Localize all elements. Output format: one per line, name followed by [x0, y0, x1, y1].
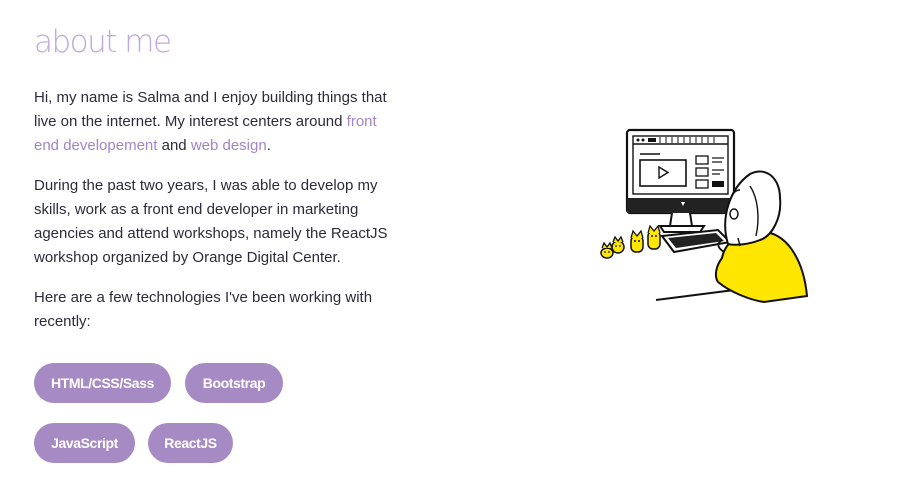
experience-paragraph: During the past two years, I was able to… — [34, 177, 388, 266]
monitor-icon — [625, 128, 736, 233]
intro-text: Hi, my name is Salma and I enjoy buildin… — [34, 89, 387, 130]
intro-paragraph: Hi, my name is Salma and I enjoy buildin… — [34, 86, 399, 158]
tech-pill-html-css-sass[interactable]: HTML/CSS/Sass — [34, 363, 171, 403]
section-title: about me — [34, 24, 172, 60]
intro-and-text: and — [157, 137, 191, 154]
tech-pill-bootstrap[interactable]: Bootstrap — [185, 363, 283, 403]
web-design-link[interactable]: web design — [191, 137, 267, 154]
technologies-intro: Here are a few technologies I've been wo… — [34, 289, 373, 330]
tech-pill-javascript[interactable]: JavaScript — [34, 423, 135, 463]
cat-figurines-icon — [600, 224, 661, 259]
about-content: Hi, my name is Salma and I enjoy buildin… — [34, 86, 399, 350]
developer-illustration — [600, 128, 809, 304]
intro-end-text: . — [266, 137, 271, 154]
tech-pill-reactjs[interactable]: ReactJS — [148, 423, 233, 463]
